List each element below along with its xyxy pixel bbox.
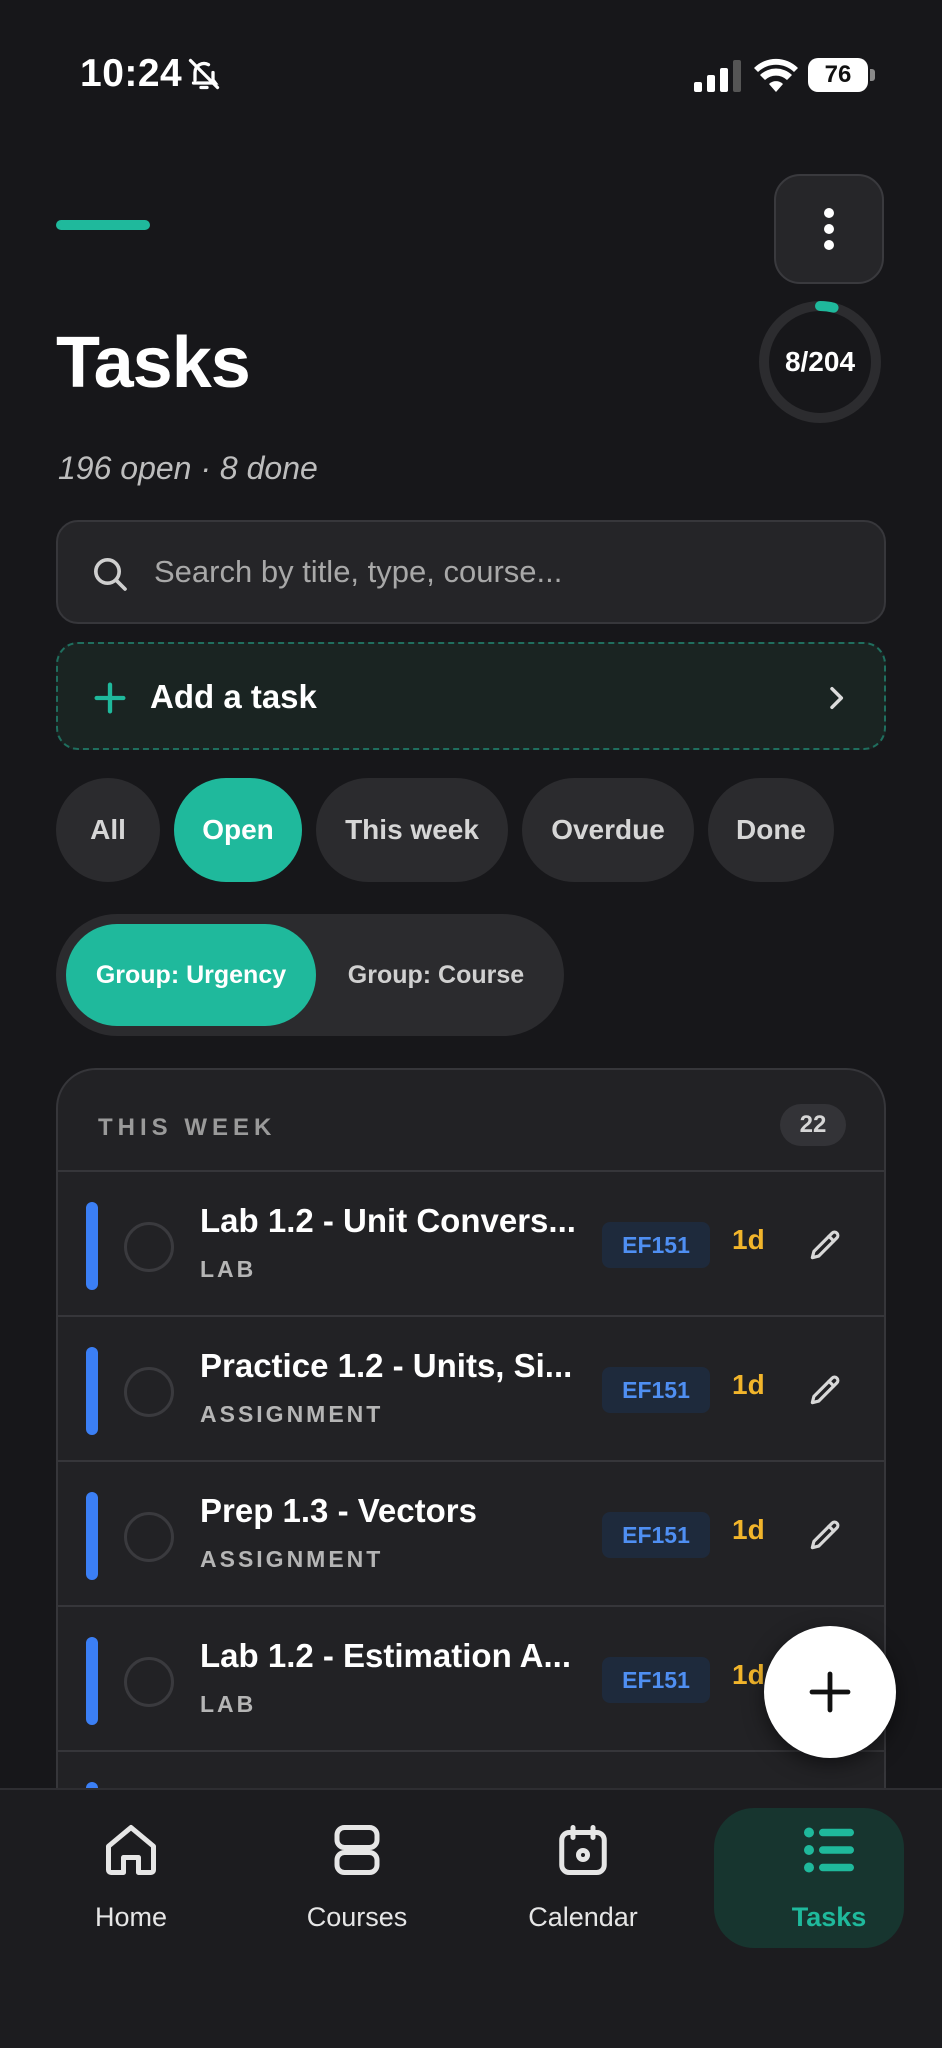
battery-level: 76 (824, 61, 852, 88)
course-badge: EF151 (602, 1222, 710, 1268)
tab-courses[interactable]: Courses (262, 1820, 452, 1960)
task-type: ASSIGNMENT (200, 1546, 384, 1572)
section-count-badge: 22 (780, 1104, 846, 1146)
battery-icon: 76 (808, 58, 876, 92)
add-task-label: Add a task (150, 678, 317, 715)
due-label: 1d (732, 1369, 765, 1400)
task-type: LAB (200, 1691, 257, 1717)
page-title: Tasks (56, 323, 251, 403)
pencil-icon[interactable] (806, 1516, 844, 1554)
task-checkbox[interactable] (124, 1367, 174, 1417)
task-checkbox[interactable] (124, 1512, 174, 1562)
page-subtitle: 196 open · 8 done (58, 450, 318, 486)
filter-open[interactable]: Open (174, 778, 302, 882)
header-accent-line (56, 220, 150, 230)
group-label: Group: Course (347, 960, 525, 989)
task-type: ASSIGNMENT (200, 1401, 384, 1427)
pencil-icon[interactable] (806, 1226, 844, 1264)
search-input[interactable]: Search by title, type, course... (56, 520, 886, 624)
chevron-right-icon (830, 686, 844, 710)
pencil-icon[interactable] (806, 1371, 844, 1409)
task-row[interactable]: Practice 1.2 - Units, Si... ASSIGNMENT E… (58, 1317, 884, 1462)
tab-label: Calendar (528, 1902, 638, 1932)
calendar-icon (559, 1825, 607, 1875)
bell-muted-icon (188, 58, 220, 90)
task-title: Lab 1.2 - Estimation A... (200, 1637, 572, 1674)
tab-label: Courses (306, 1902, 408, 1932)
group-toggle: Group: Urgency Group: Course (56, 914, 564, 1036)
task-row[interactable]: Lab 1.2 - Estimation A... LAB EF151 1d (58, 1607, 884, 1752)
course-badge: EF151 (602, 1367, 710, 1413)
filter-label: All (90, 814, 126, 845)
filter-label: Overdue (551, 814, 665, 845)
course-badge: EF151 (602, 1512, 710, 1558)
status-time: 10:24 (80, 52, 183, 95)
filter-label: Open (202, 814, 274, 845)
task-row[interactable]: Lab 1.2 - Unit Convers... LAB EF151 1d (58, 1172, 884, 1317)
filter-label: Done (736, 814, 806, 845)
urgency-indicator (86, 1637, 98, 1725)
home-icon (106, 1825, 156, 1875)
progress-ring: 8/204 (756, 298, 884, 426)
urgency-indicator (86, 1202, 98, 1290)
task-type: LAB (200, 1256, 257, 1282)
tab-calendar[interactable]: Calendar (488, 1820, 678, 1960)
signal-icon (694, 60, 741, 92)
filter-all[interactable]: All (56, 778, 160, 882)
due-label: 1d (732, 1659, 765, 1690)
task-checkbox[interactable] (124, 1222, 174, 1272)
bottom-tab-bar: Home Courses Calendar Tasks (0, 1788, 942, 2048)
task-title: Prep 1.3 - Vectors (200, 1492, 477, 1529)
more-vertical-icon (824, 208, 834, 250)
plus-icon (809, 1671, 851, 1713)
filter-this-week[interactable]: This week (316, 778, 508, 882)
urgency-indicator (86, 1492, 98, 1580)
tab-tasks[interactable]: Tasks (714, 1808, 924, 1960)
filter-overdue[interactable]: Overdue (522, 778, 694, 882)
tasks-icon (804, 1827, 854, 1873)
wifi-icon (754, 58, 798, 92)
section-header: THIS WEEK 22 (58, 1070, 884, 1172)
task-checkbox[interactable] (124, 1657, 174, 1707)
task-section-card: THIS WEEK 22 Lab 1.2 - Unit Convers... L… (56, 1068, 886, 1868)
add-task-fab[interactable] (764, 1626, 896, 1758)
task-title: Lab 1.2 - Unit Convers... (200, 1202, 576, 1239)
search-placeholder: Search by title, type, course... (154, 554, 563, 589)
group-label: Group: Urgency (95, 960, 287, 989)
group-course-button[interactable]: Group: Course (318, 924, 554, 1026)
tab-label: Home (94, 1902, 168, 1932)
due-label: 1d (732, 1224, 765, 1255)
search-icon (94, 558, 127, 591)
plus-icon (94, 682, 126, 714)
due-label: 1d (732, 1514, 765, 1545)
tab-home[interactable]: Home (36, 1820, 226, 1960)
progress-label: 8/204 (784, 346, 856, 377)
filter-label: This week (345, 814, 479, 845)
section-title: THIS WEEK (98, 1114, 277, 1141)
course-badge: EF151 (602, 1657, 710, 1703)
status-bar: 10:24 76 (0, 0, 942, 150)
filter-done[interactable]: Done (708, 778, 834, 882)
tab-label: Tasks (791, 1902, 867, 1932)
group-urgency-button[interactable]: Group: Urgency (66, 924, 316, 1026)
add-task-button[interactable]: Add a task (56, 642, 886, 750)
more-options-button[interactable] (774, 174, 884, 284)
task-row[interactable]: Prep 1.3 - Vectors ASSIGNMENT EF151 1d (58, 1462, 884, 1607)
courses-icon (334, 1825, 380, 1875)
task-title: Practice 1.2 - Units, Si... (200, 1347, 573, 1384)
urgency-indicator (86, 1347, 98, 1435)
